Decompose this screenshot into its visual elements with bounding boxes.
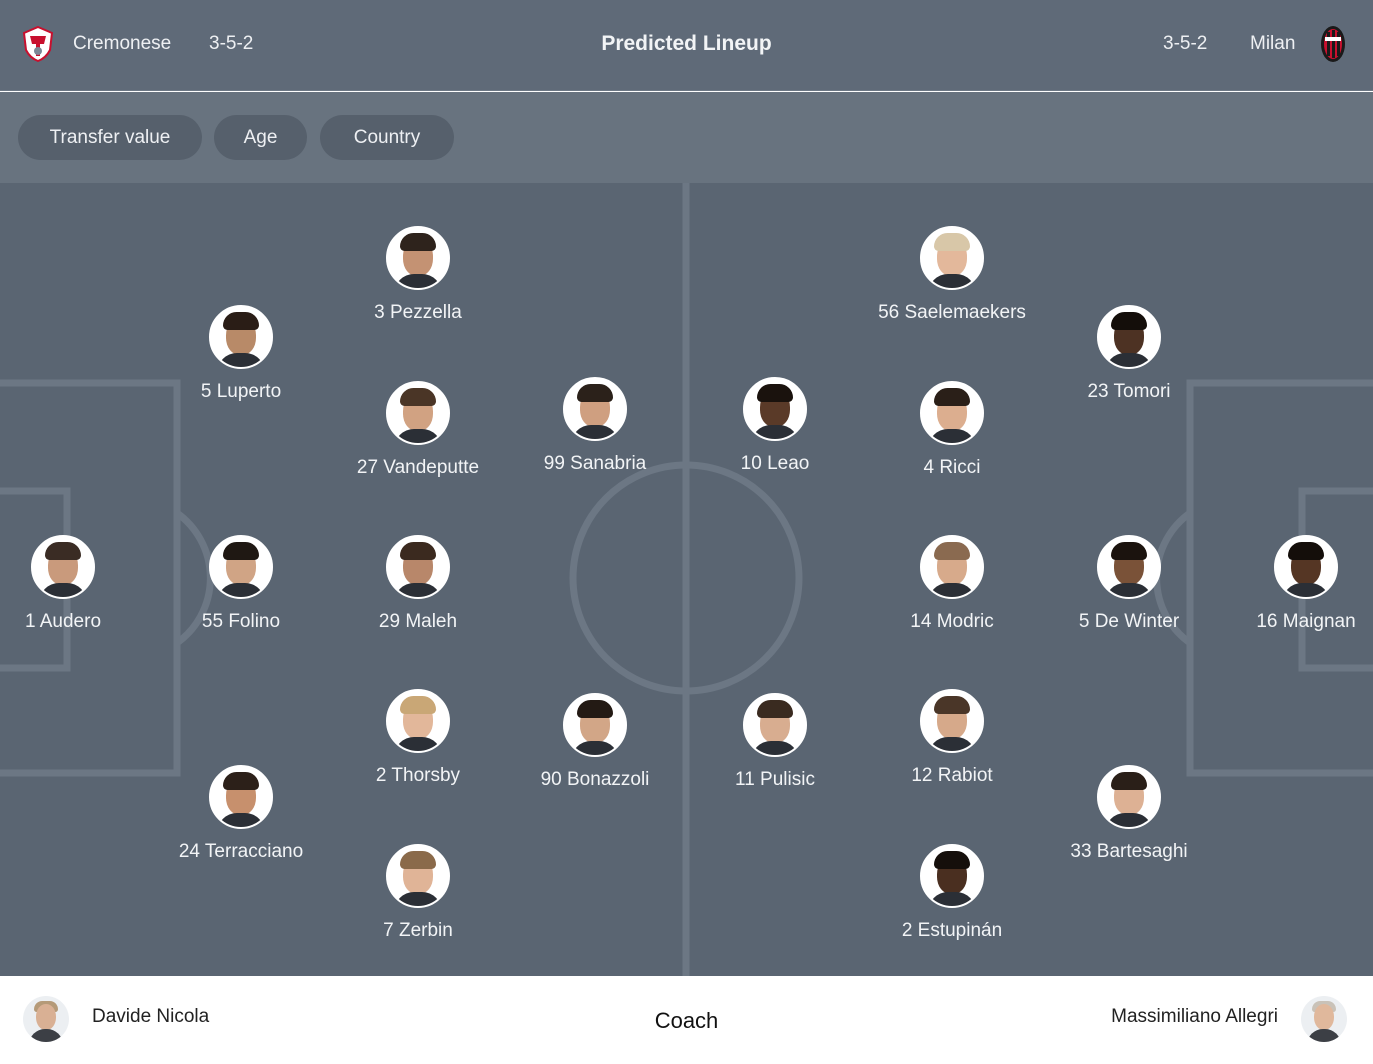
player-label: 29 Maleh [378,611,458,632]
player-label: 99 Sanabria [543,453,647,474]
player-label: 1 Audero [24,611,102,632]
player-card[interactable]: 99 Sanabria [510,377,680,475]
player-photo [386,689,450,753]
player-photo [1097,765,1161,829]
player-label: 5 De Winter [1078,611,1180,632]
player-card[interactable]: 10 Leao [690,377,860,475]
player-photo [1097,305,1161,369]
away-formation: 3-5-2 [1163,33,1208,54]
player-label: 56 Saelemaekers [878,302,1026,323]
player-card[interactable]: 24 Terracciano [156,765,326,863]
player-card[interactable]: 12 Rabiot [867,689,1037,787]
player-photo [920,226,984,290]
player-card[interactable]: 23 Tomori [1044,305,1214,403]
player-photo [563,377,627,441]
player-card[interactable]: 90 Bonazzoli [510,693,680,791]
player-label: 5 Luperto [200,381,282,402]
player-photo [920,535,984,599]
player-label: 2 Estupinán [901,920,1003,941]
player-card[interactable]: 14 Modric [867,535,1037,633]
player-card[interactable]: 29 Maleh [333,535,503,633]
player-photo [920,689,984,753]
player-label: 23 Tomori [1087,381,1171,402]
away-coach-avatar [1301,996,1347,1042]
filter-transfer-value[interactable]: Transfer value [18,115,202,160]
player-photo [209,535,273,599]
away-coach-name[interactable]: Massimiliano Allegri [1111,1006,1278,1028]
player-card[interactable]: 3 Pezzella [333,226,503,324]
player-card[interactable]: 55 Folino [156,535,326,633]
player-label: 14 Modric [910,611,994,632]
player-card[interactable]: 11 Pulisic [690,693,860,791]
player-label: 33 Bartesaghi [1070,841,1188,862]
player-label: 24 Terracciano [178,841,304,862]
player-label: 55 Folino [201,611,281,632]
player-photo [386,226,450,290]
player-photo [1274,535,1338,599]
player-photo [1097,535,1161,599]
player-photo [31,535,95,599]
player-label: 12 Rabiot [911,765,993,786]
player-card[interactable]: 5 Luperto [156,305,326,403]
player-card[interactable]: 16 Maignan [1221,535,1373,633]
player-photo [920,844,984,908]
player-label: 90 Bonazzoli [540,769,650,790]
player-photo [209,305,273,369]
player-card[interactable]: 7 Zerbin [333,844,503,942]
player-label: 27 Vandeputte [356,457,480,478]
player-photo [209,765,273,829]
player-card[interactable]: 33 Bartesaghi [1044,765,1214,863]
coach-bar: Davide Nicola Coach Massimiliano Allegri [0,976,1373,1064]
player-photo [920,381,984,445]
filter-age[interactable]: Age [214,115,307,160]
player-card[interactable]: 1 Audero [0,535,148,633]
player-label: 3 Pezzella [374,302,462,323]
lineup-header: Cremonese 3-5-2 Predicted Lineup 3-5-2 M… [0,0,1373,91]
player-label: 2 Thorsby [375,765,461,786]
filter-country[interactable]: Country [320,115,454,160]
player-photo [743,377,807,441]
player-label: 16 Maignan [1256,611,1356,632]
player-card[interactable]: 2 Thorsby [333,689,503,787]
player-photo [386,381,450,445]
filter-bar: Transfer value Age Country [0,92,1373,183]
player-card[interactable]: 2 Estupinán [867,844,1037,942]
player-card[interactable]: 56 Saelemaekers [867,226,1037,324]
player-card[interactable]: 5 De Winter [1044,535,1214,633]
pitch: 1 Audero 5 Luperto 55 Folino 24 Terracci… [0,183,1373,976]
away-team-name[interactable]: Milan [1250,33,1295,55]
player-card[interactable]: 4 Ricci [867,381,1037,479]
player-label: 4 Ricci [923,457,981,478]
milan-crest-icon[interactable] [1313,24,1353,64]
player-label: 7 Zerbin [383,920,453,941]
player-photo [386,844,450,908]
player-photo [563,693,627,757]
player-photo [386,535,450,599]
player-label: 11 Pulisic [735,769,815,790]
player-label: 10 Leao [740,453,810,474]
player-card[interactable]: 27 Vandeputte [333,381,503,479]
player-photo [743,693,807,757]
